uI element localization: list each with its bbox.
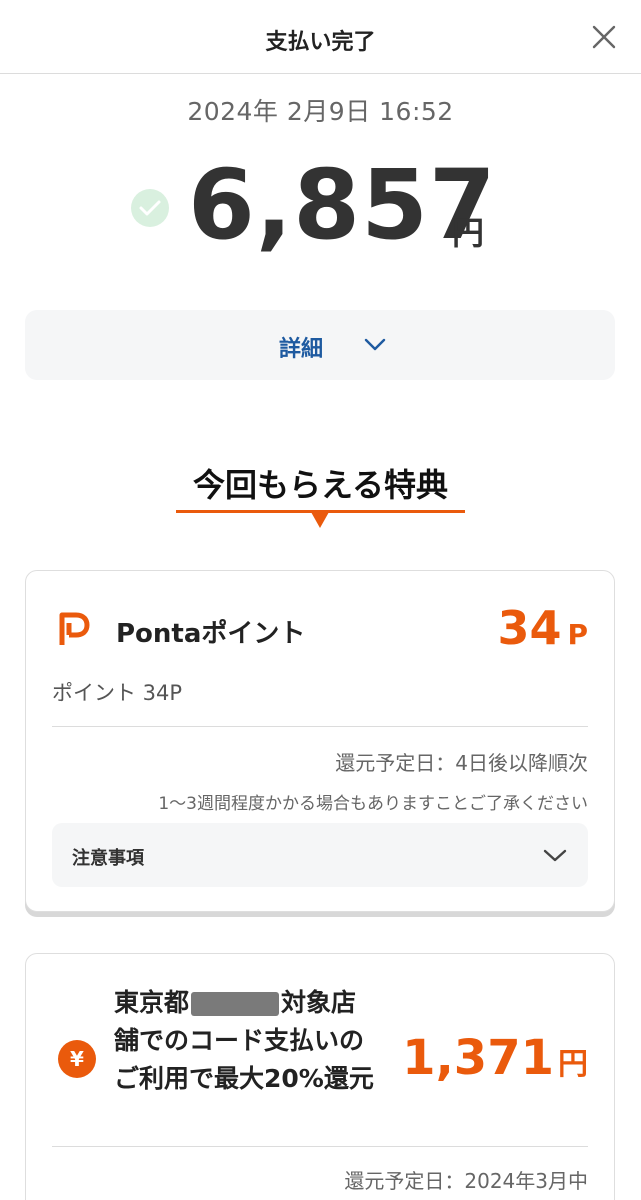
campaign-amount: 1,371 円 xyxy=(402,1030,588,1086)
page-title: 支払い完了 xyxy=(265,30,376,55)
benefits-title-pointer xyxy=(311,512,329,528)
ponta-points-value: 34 xyxy=(497,601,562,655)
yen-icon: ¥ xyxy=(58,1040,96,1078)
payment-amount-row: 6,857 円 xyxy=(128,150,528,260)
payment-currency-unit: 円 xyxy=(452,214,485,252)
details-button[interactable]: 詳細 xyxy=(25,310,615,380)
header: 支払い完了 xyxy=(0,0,641,74)
campaign-amount-unit: 円 xyxy=(558,1047,588,1082)
ponta-points-unit: P xyxy=(567,618,588,651)
notice-accordion[interactable]: 注意事項 xyxy=(52,823,588,887)
ponta-icon xyxy=(59,612,90,645)
notice-label: 注意事項 xyxy=(72,848,144,869)
ponta-points: 34 P xyxy=(497,601,588,655)
redacted-text xyxy=(191,992,280,1016)
payment-amount: 6,857 xyxy=(188,149,497,261)
campaign-text: 東京都 対象店舗でのコード支払いのご利用で最大20%還元 xyxy=(114,984,374,1098)
close-icon[interactable] xyxy=(589,22,619,52)
ponta-name: Pontaポイント xyxy=(116,619,306,649)
campaign-benefit-card: ¥ 東京都 対象店舗でのコード支払いのご利用で最大20%還元 1,371 円 還元予… xyxy=(25,953,615,1200)
campaign-text-part1: 東京都 xyxy=(114,988,190,1017)
campaign-amount-value: 1,371 xyxy=(402,1030,554,1086)
chevron-down-icon xyxy=(364,338,386,351)
points-detail: ポイント 34P xyxy=(52,681,183,705)
return-note: 1〜3週間程度かかる場合もありますことご了承ください xyxy=(158,794,588,814)
payment-datetime: 2024年 2月9日 16:52 xyxy=(187,97,454,126)
campaign-return-date: 還元予定日：2024年3月中 xyxy=(344,1169,588,1193)
divider xyxy=(52,726,588,727)
divider xyxy=(52,1146,588,1147)
check-circle-icon xyxy=(131,189,169,227)
ponta-benefit-card: Pontaポイント 34 P ポイント 34P 還元予定日：4日後以降順次 1〜3… xyxy=(25,570,615,912)
chevron-down-icon xyxy=(543,849,567,862)
return-date: 還元予定日：4日後以降順次 xyxy=(335,751,588,775)
details-label: 詳細 xyxy=(279,337,324,362)
benefits-title: 今回もらえる特典 xyxy=(192,466,449,504)
